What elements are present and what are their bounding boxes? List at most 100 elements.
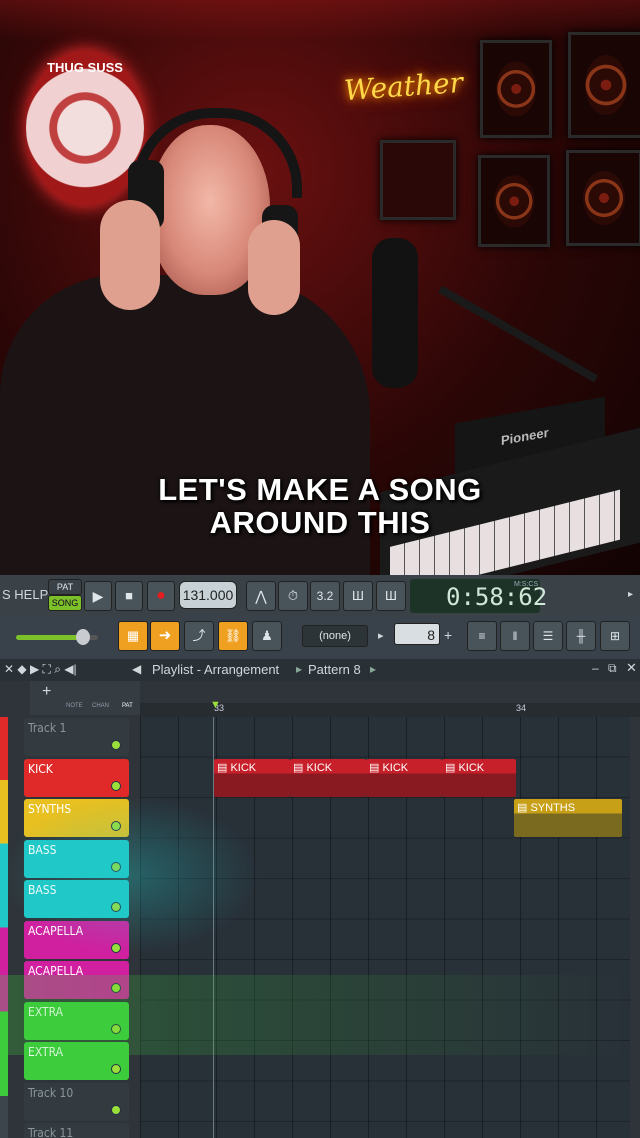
minimize-icon[interactable]: – bbox=[592, 661, 599, 675]
track-header[interactable]: BASS bbox=[24, 839, 129, 878]
track-mute-led[interactable] bbox=[111, 740, 121, 750]
framed-picture bbox=[380, 140, 456, 220]
caption-line-2: AROUND THIS bbox=[209, 505, 431, 540]
track-label: EXTRA bbox=[28, 1004, 63, 1019]
track-label: Track 11 bbox=[28, 1126, 74, 1138]
help-menu[interactable]: S HELP bbox=[2, 587, 48, 602]
track-mute-led[interactable] bbox=[111, 821, 121, 831]
blend-notes-button[interactable]: Ш bbox=[343, 581, 373, 611]
tab-chan[interactable]: CHAN bbox=[92, 703, 109, 709]
playlist-titlebar: ✕ ◆ ▶ ⛶ ⌕ ◀| ◀ Playlist - Arrangement ▸ … bbox=[0, 659, 640, 681]
playlist-header: + NOTE CHAN PAT bbox=[30, 681, 140, 715]
maximize-icon[interactable]: ⧉ bbox=[608, 661, 617, 676]
browser-button[interactable]: ⊞ bbox=[600, 621, 630, 651]
pat-mode-button[interactable]: PAT bbox=[48, 579, 82, 595]
add-track-icon[interactable]: + bbox=[42, 683, 51, 701]
rack-icon: ☰ bbox=[542, 629, 554, 643]
arrow-button[interactable]: ➜ bbox=[150, 621, 180, 651]
track-mute-led[interactable] bbox=[111, 1064, 121, 1074]
track-mute-led[interactable] bbox=[111, 983, 121, 993]
play-icon: ▶ bbox=[92, 588, 104, 604]
bar-marker: 34 bbox=[516, 703, 527, 713]
playhead-icon[interactable]: ▼ bbox=[210, 699, 221, 711]
mic-arm bbox=[438, 285, 598, 383]
pattern-clip[interactable]: ▤ KICK bbox=[442, 758, 516, 797]
track-label: ACAPELLA bbox=[28, 964, 84, 978]
track-header[interactable]: Track 10 bbox=[24, 1082, 129, 1121]
ceiling-glow bbox=[0, 0, 640, 40]
playlist-icon: ≡ bbox=[478, 629, 486, 643]
time-display: 0:58:62 M:S:CS bbox=[410, 579, 547, 613]
track-label: SYNTHS bbox=[28, 802, 72, 816]
metronome-icon: ⋀ bbox=[255, 588, 267, 604]
pattern-clip[interactable]: ▤ KICK bbox=[290, 758, 366, 797]
scroll-arrow-icon[interactable]: ▸ bbox=[628, 589, 633, 600]
step-field[interactable]: 8 bbox=[394, 623, 440, 645]
stamp-icon: ♟ bbox=[261, 628, 273, 643]
track-label: ACAPELLA bbox=[28, 923, 84, 938]
tab-note[interactable]: NOTE bbox=[66, 703, 83, 709]
piano-roll-button[interactable]: ▦ bbox=[118, 621, 148, 651]
countdown-button[interactable]: 3.2 bbox=[310, 581, 340, 611]
keys-icon: ǁ bbox=[512, 629, 518, 643]
breadcrumb-arrow-icon: ▸ bbox=[370, 662, 377, 676]
stamp-button[interactable]: ♟ bbox=[252, 621, 282, 651]
track-mute-led[interactable] bbox=[111, 780, 121, 791]
track-header[interactable]: BASS bbox=[24, 880, 129, 918]
microphone bbox=[372, 238, 418, 388]
framed-record bbox=[480, 40, 552, 138]
pattern-clip[interactable]: ▤ KICK bbox=[366, 758, 442, 797]
framed-record bbox=[478, 155, 550, 247]
neon-sign: Weather bbox=[342, 65, 465, 108]
volume-knob[interactable] bbox=[76, 629, 90, 645]
track-header[interactable]: ACAPELLA bbox=[24, 920, 129, 959]
track-header[interactable]: ACAPELLA bbox=[24, 961, 129, 999]
play-button[interactable]: ▶ bbox=[84, 581, 112, 611]
caption-line-1: LET'S MAKE A SONG bbox=[158, 472, 482, 507]
link-button[interactable]: ⛓ bbox=[218, 621, 248, 651]
clip-label: ▤ KICK bbox=[445, 761, 485, 774]
hand-right bbox=[248, 220, 300, 315]
pattern-selector[interactable]: (none) bbox=[302, 625, 368, 647]
song-mode-button[interactable]: SONG bbox=[48, 595, 82, 611]
plus-icon[interactable]: + bbox=[444, 627, 452, 643]
track-header[interactable]: Track 1 bbox=[24, 718, 129, 756]
studio-logo: THUG SUSS bbox=[26, 50, 144, 206]
channel-rack-button[interactable]: ☰ bbox=[533, 621, 563, 651]
tempo-field[interactable]: 131.000 bbox=[179, 581, 237, 609]
track-mute-led[interactable] bbox=[111, 942, 121, 953]
track-mute-led[interactable] bbox=[111, 902, 121, 912]
track-label: Track 10 bbox=[28, 1085, 74, 1100]
track-mute-led[interactable] bbox=[111, 1104, 121, 1115]
toolbar-row: ▦ ➜ ⤴ ⛓ ♟ (none) ▸ 8 + ≡ ǁ ☰ ╫ ⊞ bbox=[0, 617, 640, 660]
track-label: KICK bbox=[28, 761, 53, 776]
piano-roll-icon: ▦ bbox=[126, 628, 140, 643]
track-header[interactable]: Track 11 bbox=[24, 1123, 129, 1138]
pattern-clip[interactable]: ▤ SYNTHS bbox=[514, 799, 622, 837]
timeline-ruler[interactable]: 33 ▼ 34 bbox=[140, 699, 640, 717]
track-mute-led[interactable] bbox=[111, 861, 121, 872]
close-icon[interactable]: ✕ bbox=[626, 660, 637, 676]
stop-button[interactable]: ■ bbox=[115, 581, 143, 611]
track-mute-led[interactable] bbox=[111, 1023, 121, 1034]
browser-icon: ⊞ bbox=[609, 629, 621, 643]
loop-record-button[interactable]: Ш bbox=[376, 581, 406, 611]
record-button[interactable]: ● bbox=[147, 581, 175, 611]
track-header[interactable]: EXTRA bbox=[24, 1042, 129, 1080]
tool-icons[interactable]: ✕ ◆ ▶ ⛶ ⌕ ◀| bbox=[4, 662, 77, 677]
clip-label: ▤ SYNTHS bbox=[517, 802, 576, 814]
playlist-button[interactable]: ≡ bbox=[467, 621, 497, 651]
wait-button[interactable]: ⏱ bbox=[278, 581, 308, 611]
clip-label: ▤ KICK bbox=[293, 761, 333, 774]
mixer-button[interactable]: ╫ bbox=[566, 621, 596, 651]
arrow-left-icon[interactable]: ▸ bbox=[378, 629, 384, 642]
track-header[interactable]: KICK bbox=[24, 758, 129, 797]
tab-pat[interactable]: PAT bbox=[122, 703, 133, 709]
metronome-button[interactable]: ⋀ bbox=[246, 581, 276, 611]
video-frame: THUG SUSS Weather Pioneer LET'S MAKE A S… bbox=[0, 0, 640, 575]
snap-button[interactable]: ⤴ bbox=[184, 621, 214, 651]
pattern-clip[interactable]: ▤ KICK bbox=[214, 758, 290, 797]
track-header[interactable]: SYNTHS bbox=[24, 799, 129, 837]
piano-roll-window-button[interactable]: ǁ bbox=[500, 621, 530, 651]
track-header[interactable]: EXTRA bbox=[24, 1001, 129, 1040]
